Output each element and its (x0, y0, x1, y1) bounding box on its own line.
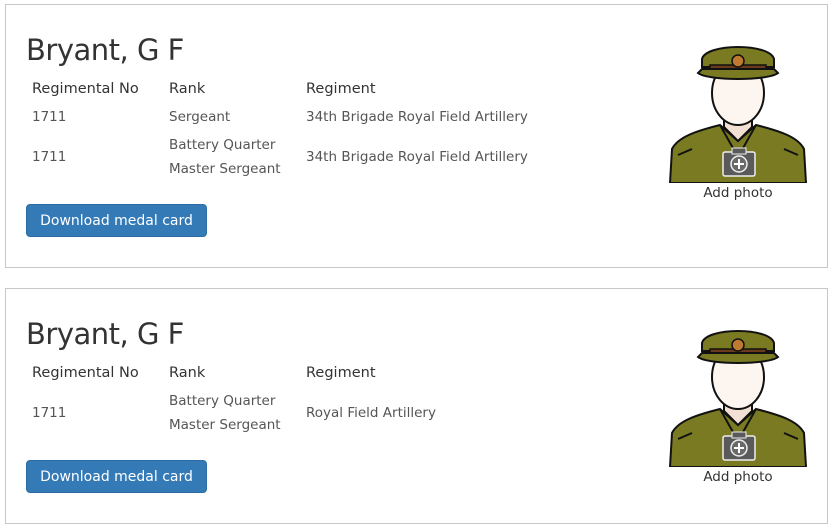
soldier-name: Bryant, G F (26, 33, 184, 67)
rank-cell: Battery Quarter (169, 137, 276, 153)
rank-cell-line2: Master Sergeant (169, 161, 281, 177)
regiment-header: Regiment (306, 81, 376, 97)
camera-add-icon[interactable] (722, 431, 756, 461)
regimental-no-cell: 1711 (32, 109, 67, 125)
regimental-no-cell: 1711 (32, 405, 67, 421)
add-photo-link[interactable]: Add photo (668, 469, 808, 485)
regiment-cell: 34th Brigade Royal Field Artillery (306, 149, 528, 165)
service-record-card: Bryant, G F Regimental No Rank Regiment … (5, 288, 828, 524)
regimental-no-header: Regimental No (32, 365, 139, 381)
service-record-card: Bryant, G F Regimental No Rank Regiment … (5, 4, 828, 268)
regimental-no-header: Regimental No (32, 81, 139, 97)
rank-header: Rank (169, 365, 206, 381)
download-medal-card-button[interactable]: Download medal card (26, 460, 207, 493)
rank-cell: Battery Quarter (169, 393, 276, 409)
regiment-cell: Royal Field Artillery (306, 405, 436, 421)
regiment-header: Regiment (306, 365, 376, 381)
download-medal-card-button[interactable]: Download medal card (26, 204, 207, 237)
regiment-cell: 34th Brigade Royal Field Artillery (306, 109, 528, 125)
soldier-name: Bryant, G F (26, 317, 184, 351)
add-photo-link[interactable]: Add photo (668, 185, 808, 201)
rank-header: Rank (169, 81, 206, 97)
regimental-no-cell: 1711 (32, 149, 67, 165)
rank-cell-line2: Master Sergeant (169, 417, 281, 433)
rank-cell: Sergeant (169, 109, 231, 125)
camera-add-icon[interactable] (722, 147, 756, 177)
